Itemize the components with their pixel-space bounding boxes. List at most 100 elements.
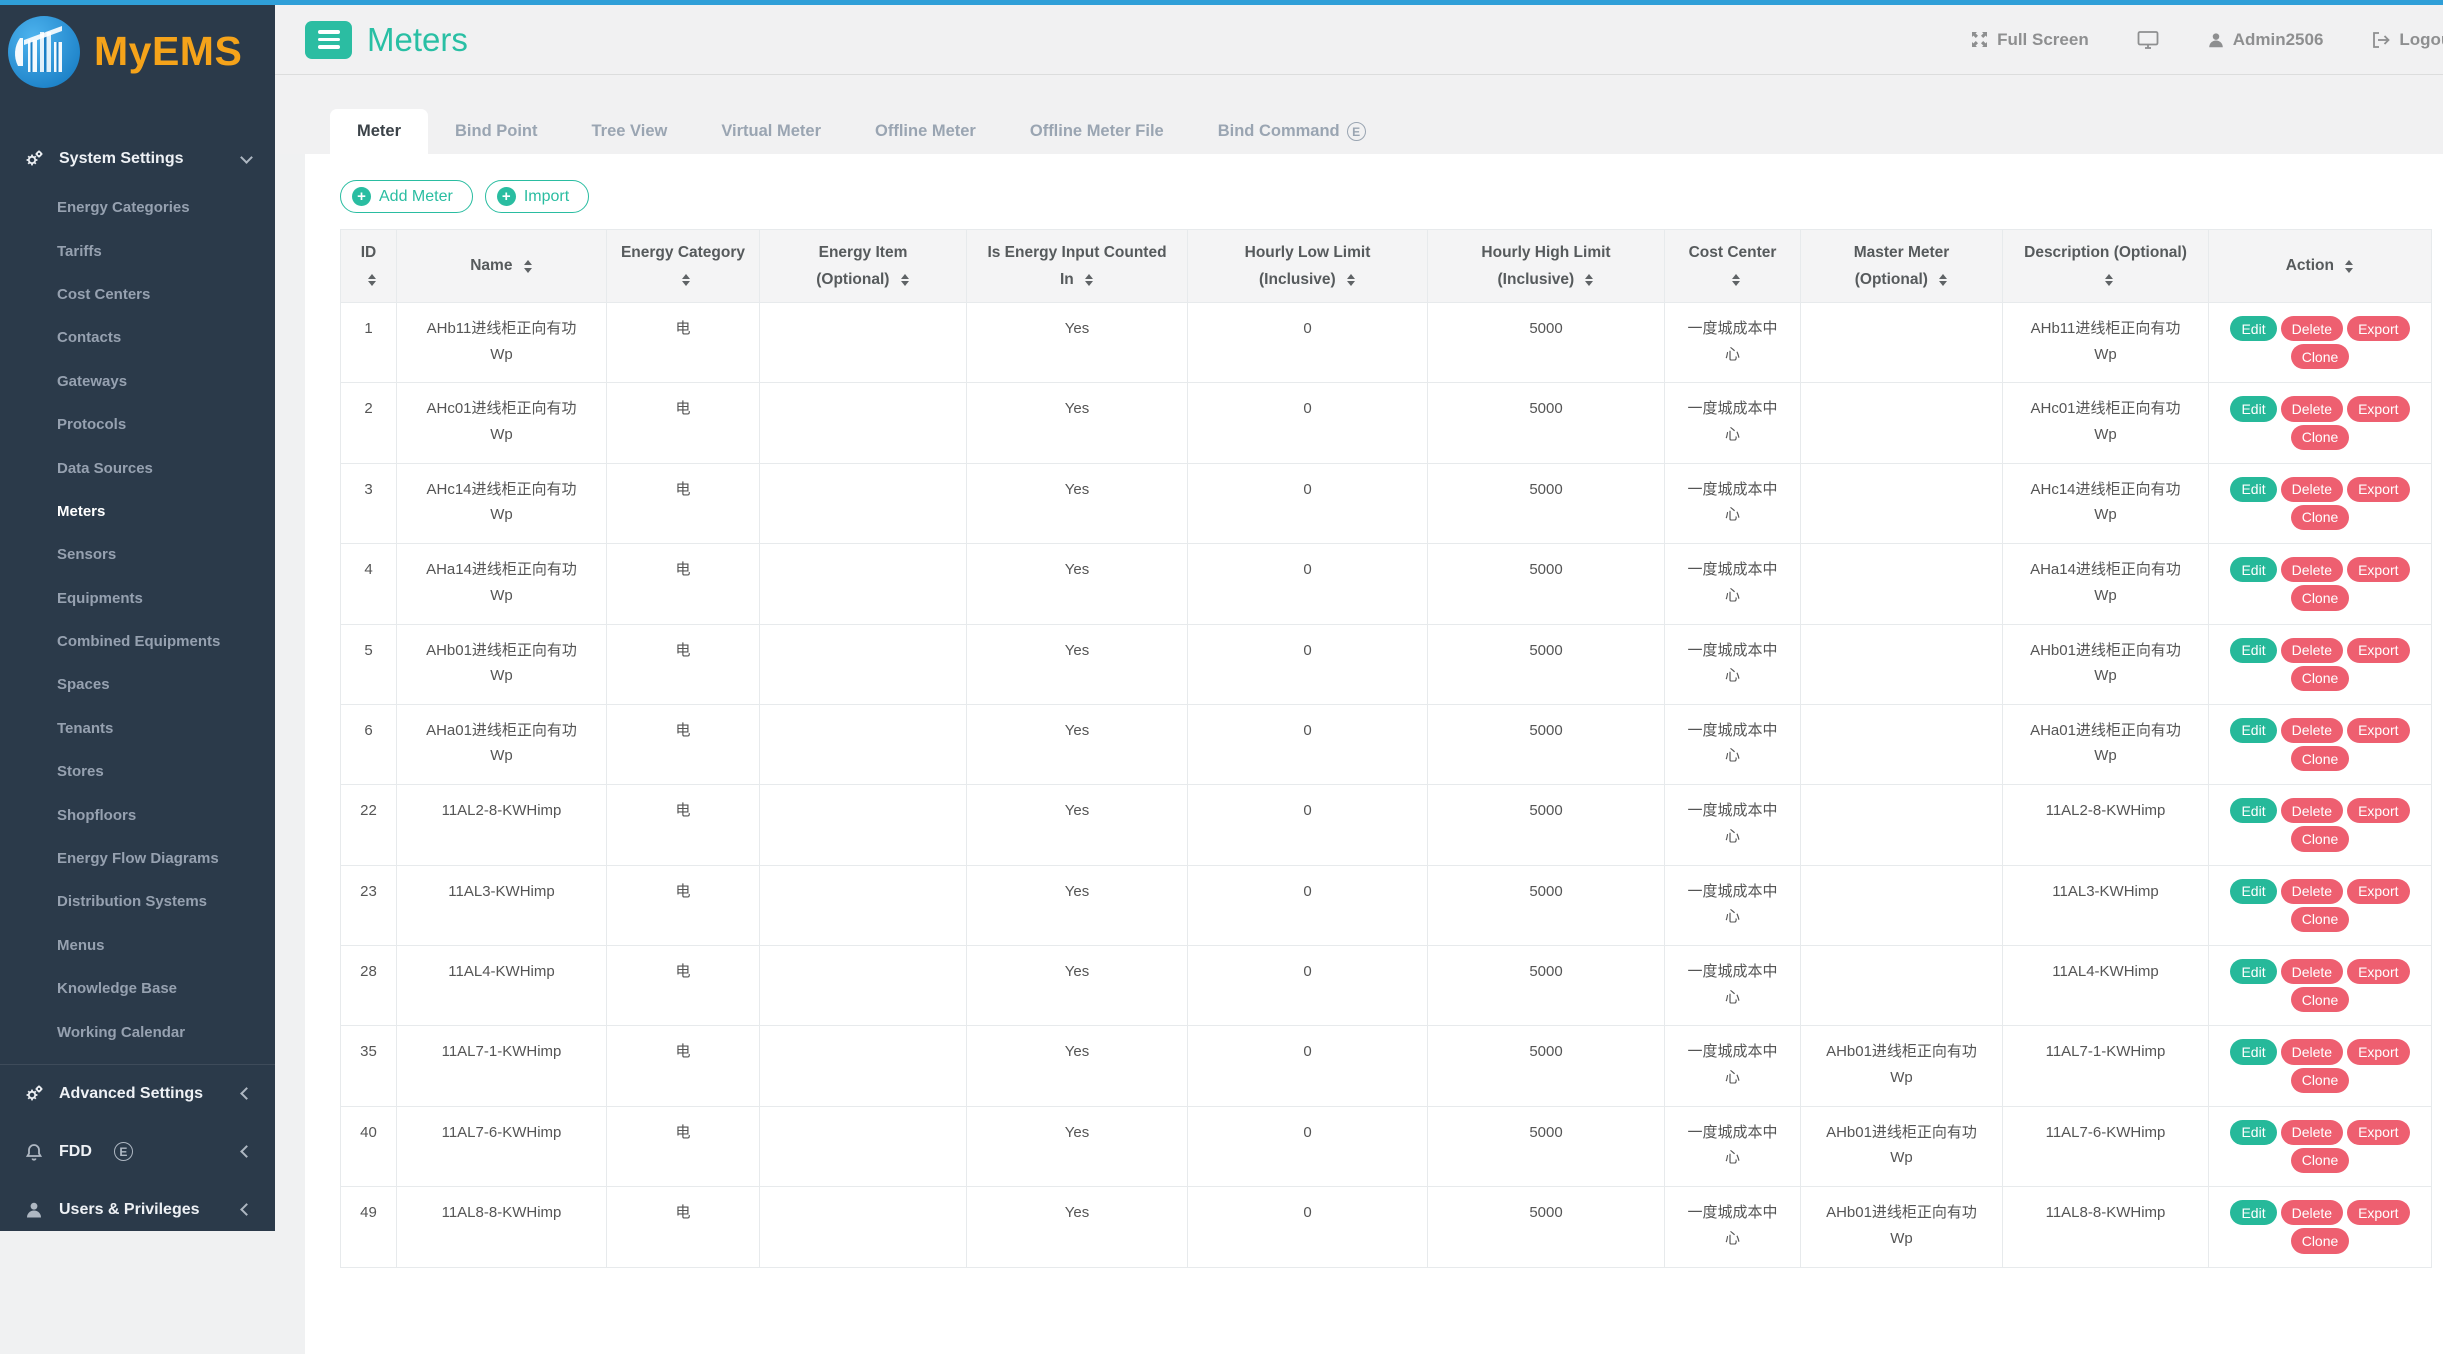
- add-meter-button[interactable]: + Add Meter: [340, 180, 473, 213]
- clone-button[interactable]: Clone: [2291, 585, 2350, 610]
- edit-button[interactable]: Edit: [2230, 316, 2276, 341]
- column-header-description-optional[interactable]: Description (Optional): [2003, 230, 2209, 303]
- clone-button[interactable]: Clone: [2291, 907, 2350, 932]
- tab-offline-meter[interactable]: Offline Meter: [848, 109, 1003, 154]
- tab-offline-meter-file[interactable]: Offline Meter File: [1003, 109, 1191, 154]
- sidebar-item-stores[interactable]: Stores: [0, 750, 275, 793]
- export-button[interactable]: Export: [2347, 477, 2409, 502]
- sidebar-item-menus[interactable]: Menus: [0, 924, 275, 967]
- edit-button[interactable]: Edit: [2230, 557, 2276, 582]
- clone-button[interactable]: Clone: [2291, 505, 2350, 530]
- export-button[interactable]: Export: [2347, 959, 2409, 984]
- sidebar-section-advanced-settings[interactable]: Advanced Settings: [0, 1065, 275, 1123]
- column-header-energy-item-optional[interactable]: Energy Item (Optional): [760, 230, 967, 303]
- tab-bind-point[interactable]: Bind Point: [428, 109, 564, 154]
- export-button[interactable]: Export: [2347, 718, 2409, 743]
- column-header-master-meter-optional[interactable]: Master Meter (Optional): [1801, 230, 2003, 303]
- delete-button[interactable]: Delete: [2281, 396, 2343, 421]
- clone-button[interactable]: Clone: [2291, 1228, 2350, 1253]
- export-button[interactable]: Export: [2347, 638, 2409, 663]
- column-header-energy-category[interactable]: Energy Category: [607, 230, 760, 303]
- sidebar-item-spaces[interactable]: Spaces: [0, 663, 275, 706]
- sidebar-item-shopfloors[interactable]: Shopfloors: [0, 793, 275, 836]
- sidebar-section-fdd[interactable]: FDD E: [0, 1123, 275, 1181]
- clone-button[interactable]: Clone: [2291, 1068, 2350, 1093]
- edit-button[interactable]: Edit: [2230, 477, 2276, 502]
- export-button[interactable]: Export: [2347, 557, 2409, 582]
- tab-tree-view[interactable]: Tree View: [565, 109, 695, 154]
- enterprise-badge: E: [114, 1142, 133, 1161]
- edit-button[interactable]: Edit: [2230, 396, 2276, 421]
- import-button[interactable]: + Import: [485, 180, 589, 213]
- sidebar-item-energy-categories[interactable]: Energy Categories: [0, 186, 275, 229]
- delete-button[interactable]: Delete: [2281, 718, 2343, 743]
- edit-button[interactable]: Edit: [2230, 1200, 2276, 1225]
- column-header-hourly-high-limit-inclusive[interactable]: Hourly High Limit (Inclusive): [1428, 230, 1665, 303]
- column-header-is-energy-input-counted-in[interactable]: Is Energy Input Counted In: [967, 230, 1188, 303]
- column-header-hourly-low-limit-inclusive[interactable]: Hourly Low Limit (Inclusive): [1188, 230, 1428, 303]
- delete-button[interactable]: Delete: [2281, 557, 2343, 582]
- delete-button[interactable]: Delete: [2281, 1039, 2343, 1064]
- sidebar-item-sensors[interactable]: Sensors: [0, 533, 275, 576]
- sidebar-item-contacts[interactable]: Contacts: [0, 316, 275, 359]
- export-button[interactable]: Export: [2347, 1200, 2409, 1225]
- sidebar-toggle-button[interactable]: [305, 21, 352, 59]
- delete-button[interactable]: Delete: [2281, 959, 2343, 984]
- delete-button[interactable]: Delete: [2281, 477, 2343, 502]
- export-button[interactable]: Export: [2347, 1120, 2409, 1145]
- logout-button[interactable]: Logout: [2371, 30, 2443, 50]
- sidebar-item-gateways[interactable]: Gateways: [0, 360, 275, 403]
- delete-button[interactable]: Delete: [2281, 1200, 2343, 1225]
- delete-button[interactable]: Delete: [2281, 316, 2343, 341]
- clone-button[interactable]: Clone: [2291, 987, 2350, 1012]
- sidebar-item-distribution-systems[interactable]: Distribution Systems: [0, 880, 275, 923]
- sort-icon: [1939, 274, 1948, 287]
- fullscreen-button[interactable]: Full Screen: [1970, 30, 2089, 50]
- delete-button[interactable]: Delete: [2281, 638, 2343, 663]
- sidebar-item-cost-centers[interactable]: Cost Centers: [0, 273, 275, 316]
- column-header-cost-center[interactable]: Cost Center: [1665, 230, 1801, 303]
- export-button[interactable]: Export: [2347, 396, 2409, 421]
- edit-button[interactable]: Edit: [2230, 718, 2276, 743]
- column-header-name[interactable]: Name: [397, 230, 607, 303]
- sidebar-item-tariffs[interactable]: Tariffs: [0, 229, 275, 272]
- edit-button[interactable]: Edit: [2230, 1039, 2276, 1064]
- export-button[interactable]: Export: [2347, 1039, 2409, 1064]
- clone-button[interactable]: Clone: [2291, 826, 2350, 851]
- edit-button[interactable]: Edit: [2230, 1120, 2276, 1145]
- export-button[interactable]: Export: [2347, 798, 2409, 823]
- tab-virtual-meter[interactable]: Virtual Meter: [694, 109, 848, 154]
- sidebar-item-equipments[interactable]: Equipments: [0, 577, 275, 620]
- delete-button[interactable]: Delete: [2281, 879, 2343, 904]
- delete-button[interactable]: Delete: [2281, 1120, 2343, 1145]
- edit-button[interactable]: Edit: [2230, 798, 2276, 823]
- sidebar-item-protocols[interactable]: Protocols: [0, 403, 275, 446]
- column-header-action[interactable]: Action: [2209, 230, 2432, 303]
- sidebar-item-working-calendar[interactable]: Working Calendar: [0, 1010, 275, 1053]
- clone-button[interactable]: Clone: [2291, 425, 2350, 450]
- column-header-id[interactable]: ID: [341, 230, 397, 303]
- sidebar-item-tenants[interactable]: Tenants: [0, 707, 275, 750]
- tab-meter[interactable]: Meter: [330, 109, 428, 154]
- tab-bind-command[interactable]: Bind CommandE: [1191, 109, 1393, 154]
- edit-button[interactable]: Edit: [2230, 638, 2276, 663]
- brand-logo[interactable]: MyEMS: [0, 5, 275, 95]
- sidebar-section-system-settings[interactable]: System Settings: [0, 125, 275, 180]
- delete-button[interactable]: Delete: [2281, 798, 2343, 823]
- clone-button[interactable]: Clone: [2291, 746, 2350, 771]
- export-button[interactable]: Export: [2347, 316, 2409, 341]
- sidebar-section-users-privileges[interactable]: Users & Privileges: [0, 1181, 275, 1231]
- clone-button[interactable]: Clone: [2291, 666, 2350, 691]
- sidebar-item-energy-flow-diagrams[interactable]: Energy Flow Diagrams: [0, 837, 275, 880]
- user-menu[interactable]: Admin2506: [2207, 30, 2324, 50]
- display-mode-button[interactable]: [2137, 30, 2159, 50]
- clone-button[interactable]: Clone: [2291, 1148, 2350, 1173]
- edit-button[interactable]: Edit: [2230, 879, 2276, 904]
- sidebar-item-combined-equipments[interactable]: Combined Equipments: [0, 620, 275, 663]
- sidebar-item-data-sources[interactable]: Data Sources: [0, 446, 275, 489]
- clone-button[interactable]: Clone: [2291, 344, 2350, 369]
- sidebar-item-meters[interactable]: Meters: [0, 490, 275, 533]
- edit-button[interactable]: Edit: [2230, 959, 2276, 984]
- sidebar-item-knowledge-base[interactable]: Knowledge Base: [0, 967, 275, 1010]
- export-button[interactable]: Export: [2347, 879, 2409, 904]
